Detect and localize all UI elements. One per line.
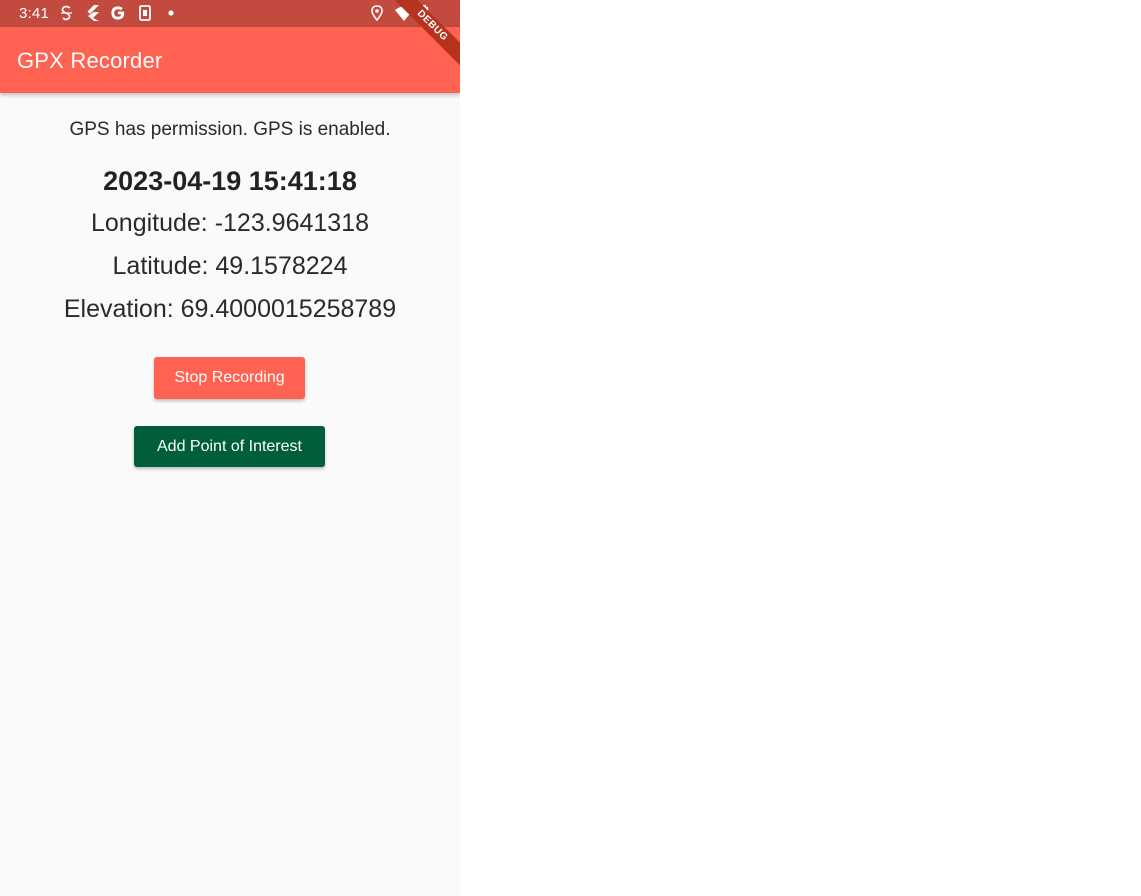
google-icon: [109, 4, 127, 22]
latitude-text: Latitude: 49.1578224: [112, 252, 348, 280]
dot-icon: [166, 4, 176, 22]
battery-icon: [419, 4, 429, 22]
wifi-icon: [394, 4, 414, 22]
timestamp: 2023-04-19 15:41:18: [103, 166, 357, 196]
elevation-text: Elevation: 69.4000015258789: [63, 295, 397, 323]
stop-recording-button[interactable]: Stop Recording: [154, 357, 305, 399]
app-title: GPX Recorder: [17, 48, 163, 73]
longitude-text: Longitude: -123.9641318: [90, 209, 370, 237]
gps-status-text: GPS has permission. GPS is enabled.: [69, 119, 391, 140]
flutter-icon: [84, 4, 100, 22]
phone-screen: 3:41 GPX Recorder DEBUG GPS has permissi…: [0, 0, 460, 896]
app-bar: GPX Recorder: [0, 27, 460, 93]
status-bar: 3:41: [0, 0, 460, 27]
s-icon: [59, 4, 73, 22]
status-time: 3:41: [19, 5, 49, 22]
add-point-of-interest-button[interactable]: Add Point of Interest: [134, 426, 325, 467]
location-icon: [370, 4, 384, 22]
sim-icon: [138, 4, 152, 22]
